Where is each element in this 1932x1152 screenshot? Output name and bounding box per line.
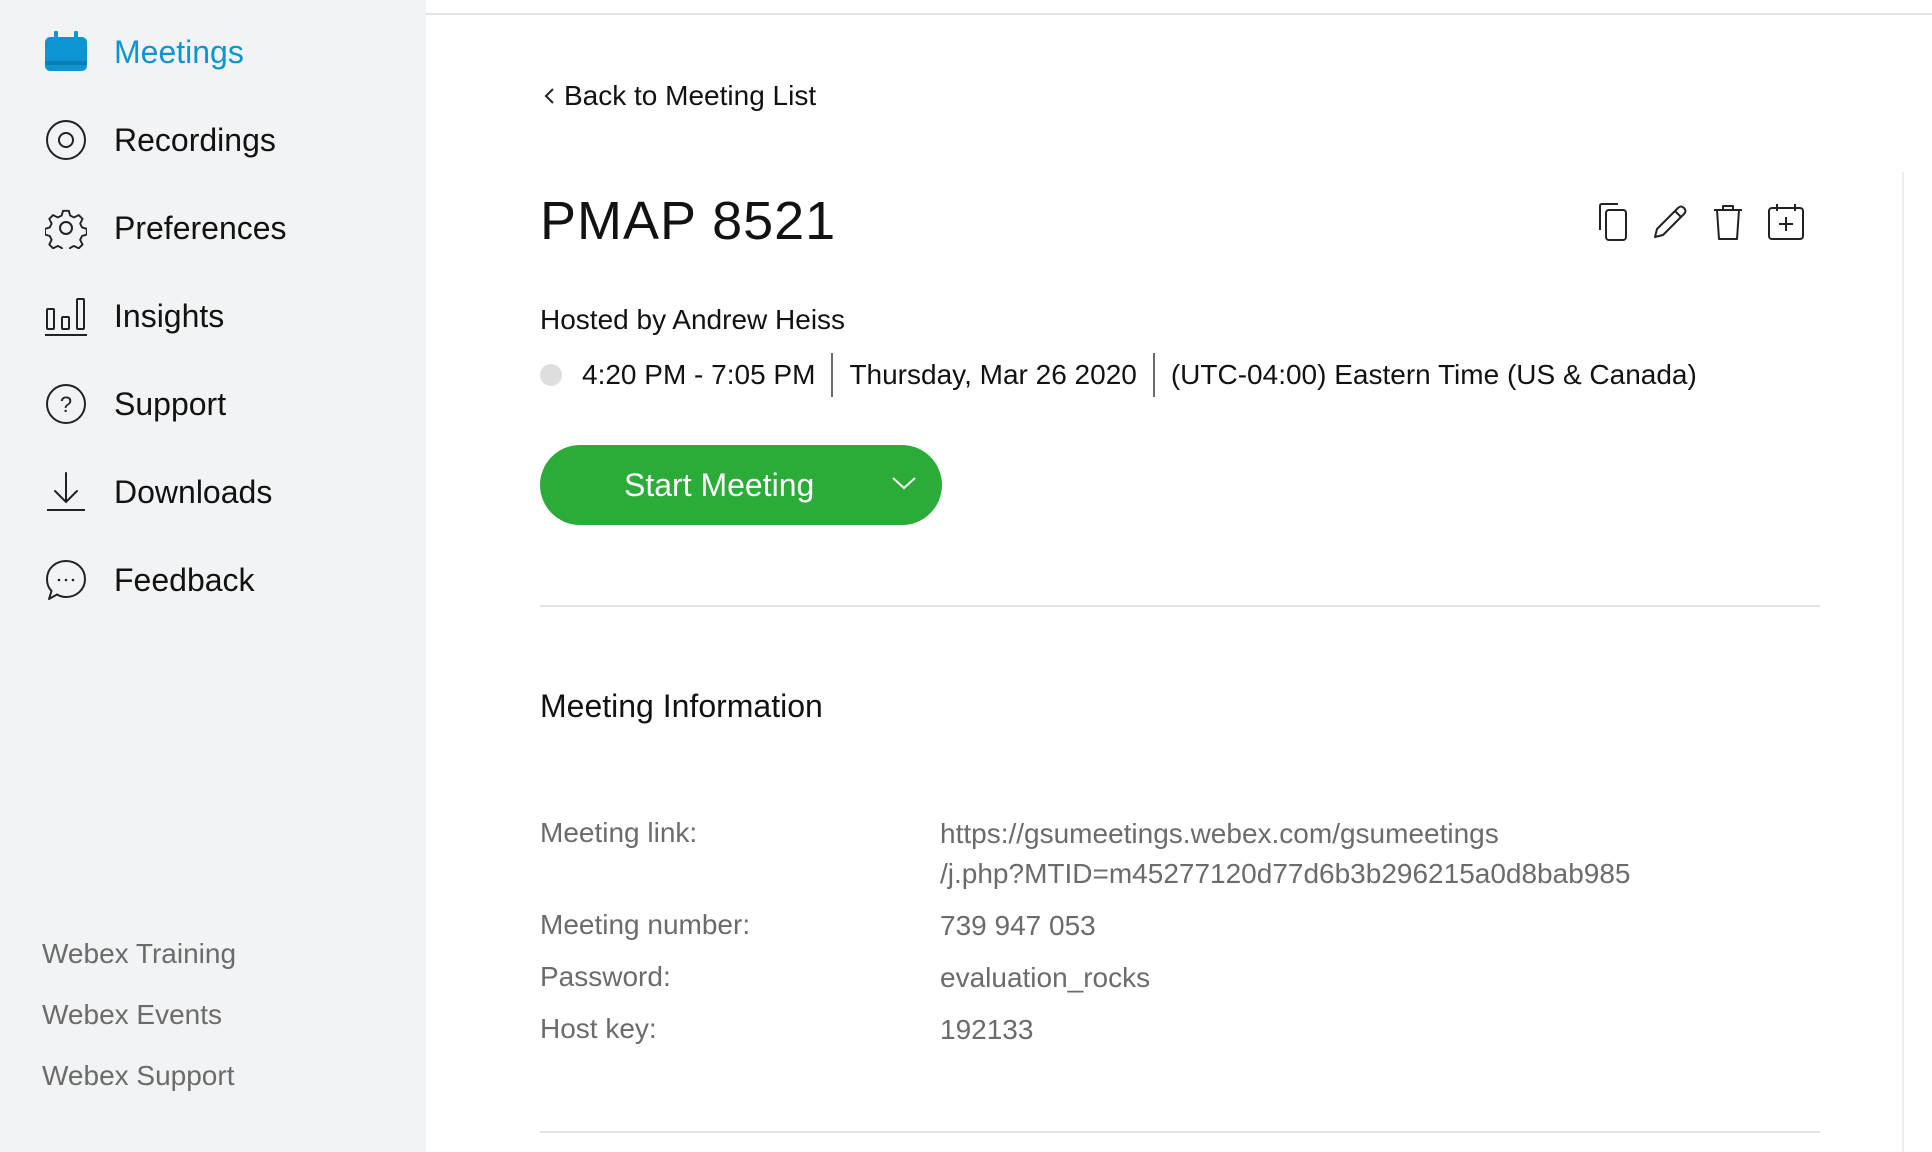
sidebar-item-recordings[interactable]: Recordings: [44, 110, 276, 170]
password-label: Password:: [540, 961, 671, 992]
back-to-meeting-list-link[interactable]: Back to Meeting List: [540, 76, 816, 116]
webex-training-link[interactable]: Webex Training: [42, 930, 236, 991]
sidebar-item-support[interactable]: ? Support: [44, 374, 226, 434]
add-to-calendar-icon: [1766, 202, 1806, 247]
section-divider: [540, 1131, 1820, 1133]
webex-meeting-page: Meetings Recordings Preferences Insights…: [0, 0, 1932, 1152]
sidebar-item-label: Recordings: [114, 121, 276, 158]
meeting-timezone: (UTC-04:00) Eastern Time (US & Canada): [1170, 359, 1697, 390]
add-to-calendar-button[interactable]: [1764, 202, 1808, 246]
start-options-dropdown[interactable]: [884, 465, 924, 505]
divider: [831, 353, 834, 397]
meeting-link-line: /j.php?MTID=m45277120d77d6b3b296215a0d8b…: [940, 858, 1631, 889]
meeting-title: PMAP 8521: [540, 191, 837, 251]
start-meeting-button[interactable]: Start Meeting: [540, 445, 942, 525]
gear-icon: [44, 206, 88, 250]
webex-events-link[interactable]: Webex Events: [42, 991, 236, 1052]
top-divider: [426, 13, 1932, 15]
meeting-link[interactable]: https://gsumeetings.webex.com/gsumeeting…: [940, 814, 1630, 894]
calendar-icon: [44, 30, 88, 74]
sidebar-item-label: Preferences: [114, 209, 287, 246]
meeting-actions: [1590, 202, 1822, 246]
password-value: evaluation_rocks: [940, 962, 1151, 993]
chevron-left-icon: [540, 84, 558, 108]
host-key-value: 192133: [940, 1014, 1034, 1045]
delete-button[interactable]: [1706, 202, 1750, 246]
sidebar-item-insights[interactable]: Insights: [44, 286, 224, 346]
status-dot-icon: [540, 364, 562, 386]
download-icon: [44, 470, 88, 514]
webex-support-link[interactable]: Webex Support: [42, 1052, 236, 1113]
sidebar-item-label: Insights: [114, 297, 225, 334]
chat-bubble-icon: [44, 558, 88, 602]
meeting-host: Hosted by Andrew Heiss: [540, 304, 846, 335]
delete-icon: [1711, 202, 1745, 247]
right-divider: [1902, 172, 1904, 1152]
meeting-date: Thursday, Mar 26 2020: [849, 359, 1137, 390]
edit-button[interactable]: [1648, 202, 1692, 246]
sidebar-item-label: Meetings: [114, 33, 244, 70]
sidebar-item-downloads[interactable]: Downloads: [44, 462, 272, 522]
meeting-number-label: Meeting number:: [540, 909, 751, 940]
sidebar-item-label: Downloads: [114, 473, 273, 510]
chevron-down-icon: [891, 475, 917, 496]
meeting-time: 4:20 PM - 7:05 PM: [582, 359, 816, 390]
divider: [1152, 353, 1155, 397]
host-key-label: Host key:: [540, 1013, 657, 1044]
sidebar-footer-links: Webex Training Webex Events Webex Suppor…: [42, 930, 236, 1113]
back-link-label: Back to Meeting List: [564, 80, 817, 111]
copy-icon: [1594, 202, 1630, 247]
recording-icon: [44, 118, 88, 162]
sidebar-item-preferences[interactable]: Preferences: [44, 198, 287, 258]
section-divider: [540, 605, 1820, 607]
sidebar-item-feedback[interactable]: Feedback: [44, 550, 255, 610]
sidebar-item-label: Feedback: [114, 561, 255, 598]
bar-chart-icon: [44, 294, 88, 338]
sidebar-item-label: Support: [114, 385, 227, 422]
meeting-schedule: 4:20 PM - 7:05 PM Thursday, Mar 26 2020 …: [540, 352, 1697, 398]
start-meeting-label: Start Meeting: [624, 466, 815, 503]
meeting-link-label: Meeting link:: [540, 817, 698, 848]
sidebar: Meetings Recordings Preferences Insights…: [0, 0, 426, 1152]
copy-button[interactable]: [1590, 202, 1634, 246]
meeting-link-line: https://gsumeetings.webex.com/gsumeeting…: [940, 818, 1499, 849]
meeting-number: 739 947 053: [940, 910, 1096, 941]
svg-text:?: ?: [60, 392, 72, 417]
meeting-information-heading: Meeting Information: [540, 688, 823, 724]
question-icon: ?: [44, 382, 88, 426]
sidebar-item-meetings[interactable]: Meetings: [44, 22, 244, 82]
edit-icon: [1650, 202, 1690, 247]
